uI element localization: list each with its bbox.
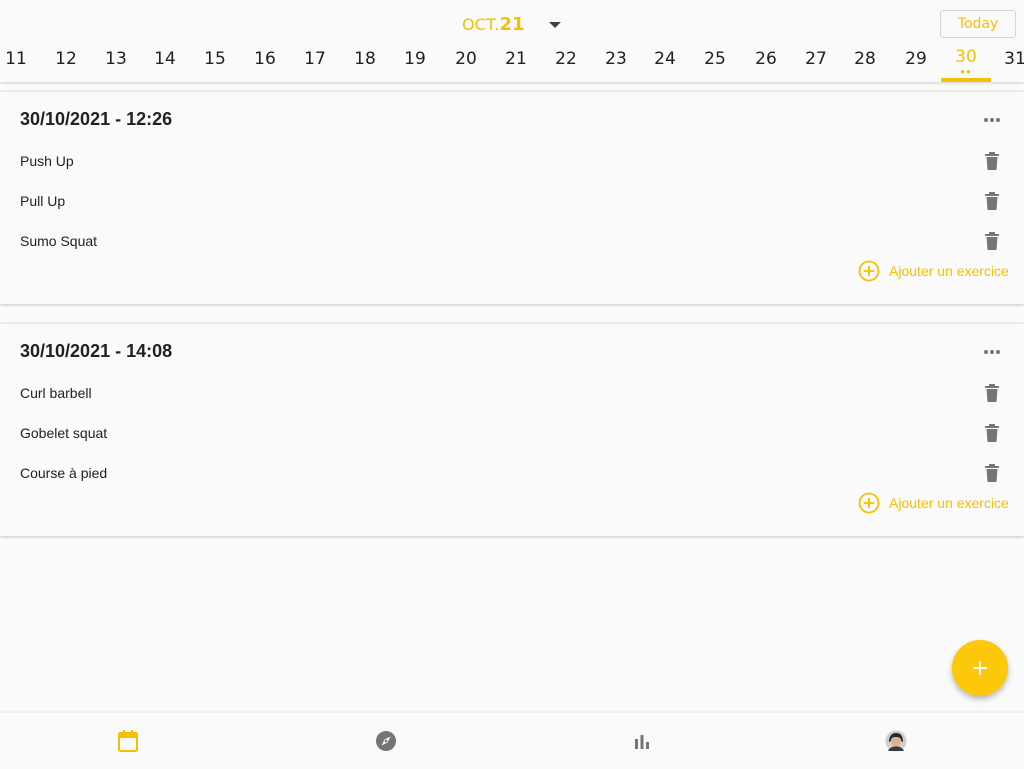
month-picker[interactable]: OCT. 21 [462,11,561,39]
today-button[interactable]: Today [940,10,1016,38]
day-16[interactable]: 16 [240,40,290,82]
add-exercise-label: Ajouter un exercice [889,495,1009,511]
day-11[interactable]: 11 [0,40,41,82]
day-24[interactable]: 24 [640,40,690,82]
trash-icon[interactable] [984,384,1000,402]
day-12[interactable]: 12 [41,40,91,82]
trash-icon[interactable] [984,192,1000,210]
day-15[interactable]: 15 [190,40,240,82]
day-27[interactable]: 27 [791,40,841,82]
day-28[interactable]: 28 [840,40,890,82]
day-number: 31 [1004,49,1024,69]
day-26[interactable]: 26 [741,40,791,82]
session-card: 30/10/2021 - 14:08 Curl barbell Gobelet … [0,323,1024,536]
more-options-icon[interactable] [980,110,1004,130]
trash-icon[interactable] [984,152,1000,170]
day-number: 12 [55,49,77,69]
day-23[interactable]: 23 [591,40,641,82]
day-number: 18 [354,49,376,69]
exercise-name[interactable]: Gobelet squat [20,425,107,441]
selected-day-indicator [941,78,991,82]
add-circle-icon [858,492,880,514]
exercise-row[interactable]: Push Up [0,141,1024,181]
day-number: 29 [905,49,927,69]
profile-avatar [885,730,907,752]
day-30-selected[interactable]: 30 ●● [941,40,991,82]
day-number: 20 [455,49,477,69]
add-circle-icon [858,260,880,282]
nav-explore[interactable] [258,713,514,769]
day-22[interactable]: 22 [541,40,591,82]
day-13[interactable]: 13 [91,40,141,82]
day-31[interactable]: 31 [990,40,1024,82]
month-label: OCT. [462,15,500,34]
bottom-navigation [0,712,1024,769]
add-session-fab[interactable] [952,640,1008,696]
nav-profile[interactable] [768,713,1024,769]
exercise-name[interactable]: Pull Up [20,193,65,209]
day-number: 25 [704,49,726,69]
day-number: 15 [204,49,226,69]
day-number: 24 [654,49,676,69]
exercise-name[interactable]: Course à pied [20,465,107,481]
days-strip[interactable]: 11 12 13 14 15 16 17 18 19 20 21 22 23 2… [0,40,1024,82]
day-number: 11 [5,49,27,69]
nav-calendar[interactable] [0,713,256,769]
day-20[interactable]: 20 [441,40,491,82]
dropdown-arrow-icon[interactable] [548,22,561,28]
trash-icon[interactable] [984,464,1000,482]
plus-icon [973,661,987,675]
more-options-icon[interactable] [980,342,1004,362]
trash-icon[interactable] [984,424,1000,442]
add-exercise-label: Ajouter un exercice [889,263,1009,279]
calendar-icon [118,730,138,752]
day-number: 19 [404,49,426,69]
day-number: 21 [505,49,527,69]
session-title: 30/10/2021 - 12:26 [20,109,173,129]
day-number: 27 [805,49,827,69]
bar-chart-icon [635,735,649,749]
add-exercise-button[interactable]: Ajouter un exercice [858,492,1009,514]
exercise-name[interactable]: Push Up [20,153,74,169]
session-card: 30/10/2021 - 12:26 Push Up Pull Up Sumo … [0,91,1024,304]
day-25[interactable]: 25 [690,40,740,82]
session-dots: ●● [960,67,972,76]
session-title: 30/10/2021 - 14:08 [20,341,173,361]
day-14[interactable]: 14 [140,40,190,82]
day-number: 17 [304,49,326,69]
exercise-name[interactable]: Curl barbell [20,385,92,401]
day-number: 13 [105,49,127,69]
nav-stats[interactable] [514,713,770,769]
app-header: OCT. 21 Today 11 12 13 14 15 16 17 18 19… [0,0,1024,82]
add-exercise-button[interactable]: Ajouter un exercice [858,260,1009,282]
day-number: 23 [605,49,627,69]
trash-icon[interactable] [984,232,1000,250]
exercise-row[interactable]: Sumo Squat [0,221,1024,261]
day-number: 30 [955,47,977,67]
exercise-row[interactable]: Gobelet squat [0,413,1024,453]
day-number: 14 [154,49,176,69]
day-number: 28 [854,49,876,69]
exercise-row[interactable]: Pull Up [0,181,1024,221]
compass-icon [376,731,396,751]
day-number: 22 [555,49,577,69]
day-19[interactable]: 19 [390,40,440,82]
exercise-row[interactable]: Curl barbell [0,373,1024,413]
day-number: 26 [755,49,777,69]
month-year: 21 [499,14,525,35]
day-number: 16 [254,49,276,69]
day-29[interactable]: 29 [891,40,941,82]
day-17[interactable]: 17 [290,40,340,82]
exercise-name[interactable]: Sumo Squat [20,233,97,249]
exercise-row[interactable]: Course à pied [0,453,1024,493]
day-21[interactable]: 21 [491,40,541,82]
day-18[interactable]: 18 [340,40,390,82]
